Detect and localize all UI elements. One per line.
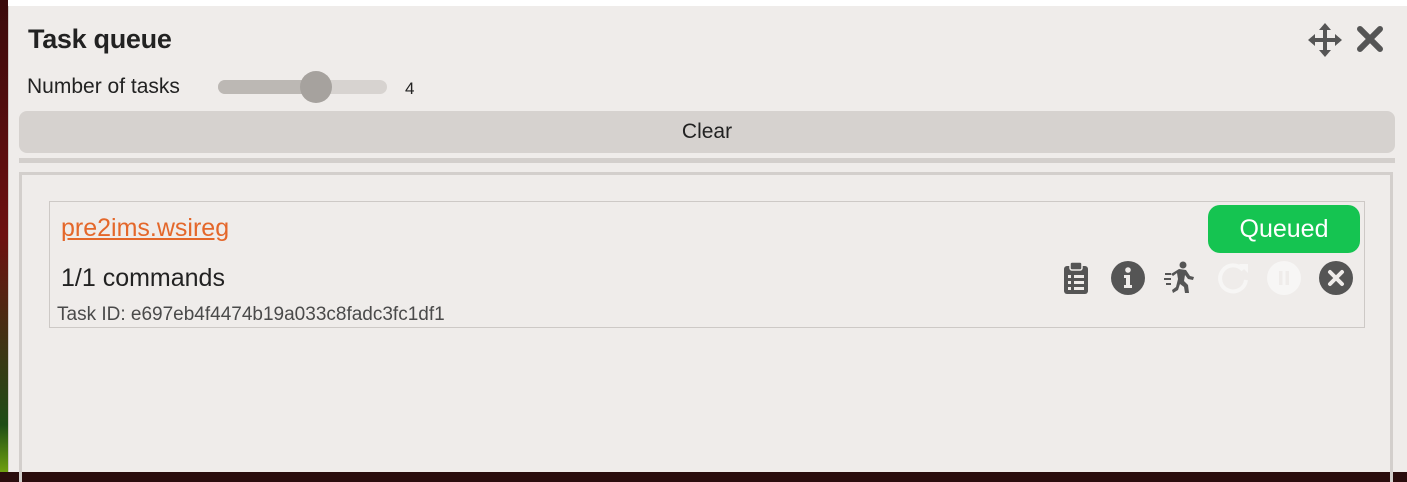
task-id: Task ID: e697eb4f4474b19a033c8fadc3fc1df… bbox=[57, 304, 445, 325]
panel-title: Task queue bbox=[28, 24, 172, 54]
info-icon[interactable] bbox=[1110, 260, 1146, 296]
retry-icon[interactable] bbox=[1215, 260, 1251, 296]
separator bbox=[19, 158, 1395, 163]
move-icon[interactable] bbox=[1306, 21, 1344, 59]
status-badge: Queued bbox=[1208, 205, 1360, 253]
task-card: pre2ims.wsireg 1/1 commands Task ID: e69… bbox=[49, 201, 1365, 328]
clear-button[interactable]: Clear bbox=[19, 111, 1395, 153]
close-icon[interactable] bbox=[1355, 24, 1385, 54]
slider-value: 4 bbox=[405, 79, 415, 98]
task-commands: 1/1 commands bbox=[61, 264, 225, 292]
slider-thumb[interactable] bbox=[300, 71, 333, 103]
background-image-edge bbox=[0, 0, 8, 472]
task-queue-panel: Task queue Number of tasks 4 Clear pre2i… bbox=[8, 6, 1407, 482]
task-name-link[interactable]: pre2ims.wsireg bbox=[61, 214, 229, 243]
clipboard-list-icon[interactable] bbox=[1058, 260, 1094, 296]
pause-icon[interactable] bbox=[1266, 260, 1302, 296]
task-count-slider[interactable] bbox=[218, 71, 387, 103]
running-person-icon[interactable] bbox=[1163, 260, 1199, 296]
slider-label: Number of tasks bbox=[27, 75, 180, 98]
cancel-icon[interactable] bbox=[1318, 260, 1354, 296]
